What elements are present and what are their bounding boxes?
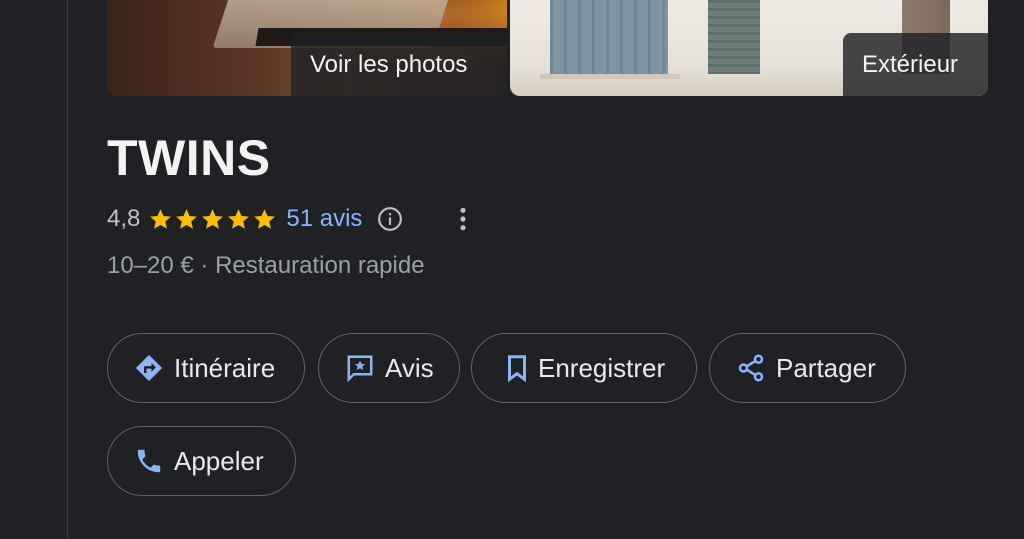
star-icon: [176, 208, 198, 229]
call-label: Appeler: [174, 445, 264, 476]
save-button[interactable]: Enregistrer: [471, 333, 697, 403]
directions-label: Itinéraire: [174, 352, 276, 383]
photo-shutter: [550, 0, 668, 74]
price-and-category: 10–20 € · Restauration rapide: [107, 252, 425, 279]
star-rating: [148, 207, 277, 232]
more-vert-icon[interactable]: [458, 206, 468, 232]
star-icon: [228, 208, 250, 229]
rating-value: 4,8: [107, 205, 141, 232]
star-icon: [202, 208, 224, 229]
info-icon[interactable]: [377, 206, 403, 232]
place-title: TWINS: [107, 130, 271, 186]
star-icon: [254, 208, 276, 229]
write-review-button[interactable]: Avis: [318, 333, 460, 403]
call-button[interactable]: Appeler: [107, 426, 296, 496]
share-icon: [738, 354, 764, 382]
star-icon: [150, 208, 172, 229]
directions-icon: [135, 354, 163, 382]
save-label: Enregistrer: [538, 352, 666, 383]
photo-window-sill: [540, 74, 680, 79]
photo-tile-exterior[interactable]: Extérieur: [510, 0, 988, 96]
reviews-link[interactable]: 51 avis: [286, 205, 362, 233]
share-button[interactable]: Partager: [709, 333, 906, 403]
review-label: Avis: [385, 352, 434, 383]
share-label: Partager: [776, 352, 876, 383]
photo-shutter: [708, 0, 760, 74]
panel-divider: [67, 0, 68, 539]
directions-button[interactable]: Itinéraire: [107, 333, 305, 403]
rating-row: 4,8 51 avis: [107, 201, 468, 237]
phone-icon: [137, 449, 161, 473]
photo-tile-main[interactable]: Voir les photos: [107, 0, 507, 96]
rate-review-icon: [347, 355, 373, 383]
exterior-photos-label[interactable]: Extérieur: [843, 33, 988, 96]
see-photos-button[interactable]: Voir les photos: [291, 33, 507, 96]
bookmark-icon: [508, 355, 526, 383]
